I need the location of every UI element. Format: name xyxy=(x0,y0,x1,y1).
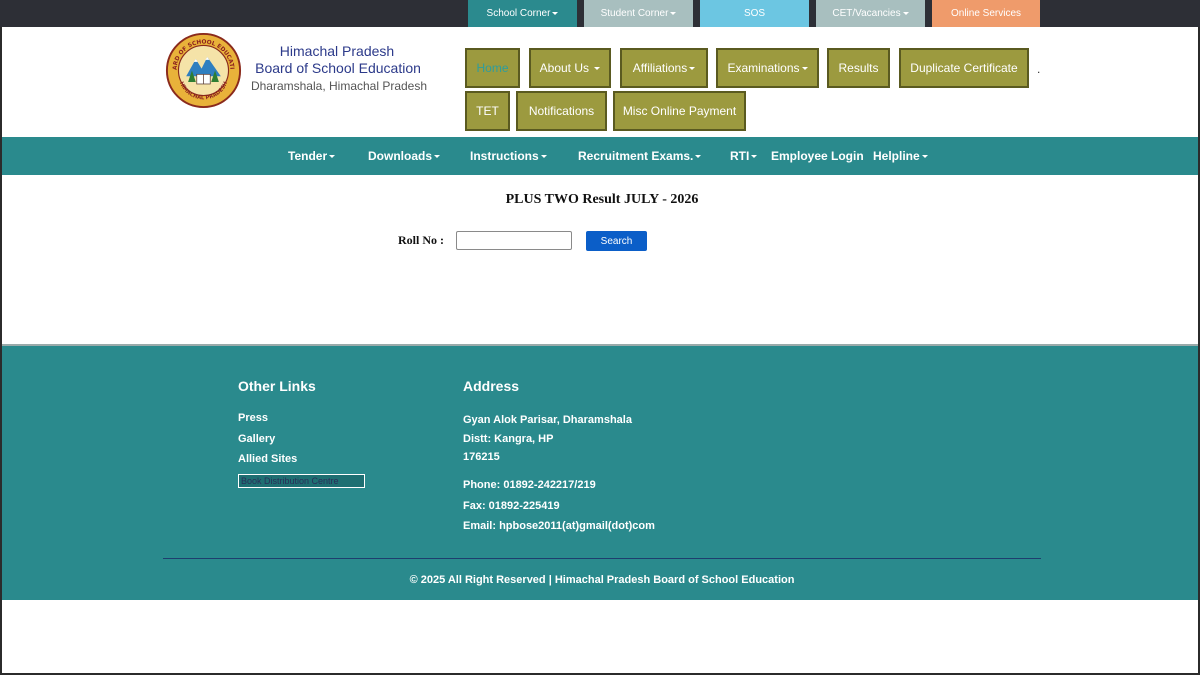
nav-examinations-button[interactable]: Examinations xyxy=(716,48,819,88)
chevron-down-icon xyxy=(751,155,758,159)
nav-home-button[interactable]: Home xyxy=(465,48,520,88)
online-services-label: Online Services xyxy=(950,8,1022,19)
nav-instructions-label: Instructions xyxy=(470,149,539,163)
result-title: PLUS TWO Result JULY - 2026 xyxy=(505,192,699,207)
nav-helpline-link[interactable]: Helpline xyxy=(873,137,928,175)
nav-downloads-label: Downloads xyxy=(368,149,433,163)
chevron-down-icon xyxy=(902,12,909,15)
nav-employee-login-link[interactable]: Employee Login xyxy=(771,137,864,175)
fax-text: Fax: 01892-225419 xyxy=(463,500,560,512)
press-link[interactable]: Press xyxy=(238,412,268,424)
student-corner-label: Student Corner xyxy=(600,8,669,19)
top-utility-bar: School Corner Student Corner SOS CET/Vac… xyxy=(0,0,1200,27)
footer-divider xyxy=(163,558,1041,559)
roll-no-label: Roll No : xyxy=(398,233,444,247)
school-corner-button[interactable]: School Corner xyxy=(468,0,577,27)
secondary-nav: Tender Downloads Instructions Recruitmen… xyxy=(2,137,1198,175)
nav-tender-link[interactable]: Tender xyxy=(288,137,336,175)
nav-helpline-label: Helpline xyxy=(873,149,920,163)
chevron-down-icon xyxy=(594,66,601,70)
nav-notifications-label: Notifications xyxy=(528,104,595,118)
nav-tet-button[interactable]: TET xyxy=(465,91,510,131)
other-links-heading: Other Links xyxy=(238,378,316,394)
chevron-down-icon xyxy=(689,66,696,70)
nav-about-us-button[interactable]: About Us xyxy=(529,48,611,88)
nav-rti-label: RTI xyxy=(730,149,750,163)
chevron-down-icon xyxy=(921,155,928,159)
copyright-text: © 2025 All Right Reserved | Himachal Pra… xyxy=(409,574,795,586)
search-button[interactable]: Search xyxy=(586,231,647,251)
address-heading: Address xyxy=(463,378,520,394)
sos-button[interactable]: SOS xyxy=(700,0,809,27)
gallery-link[interactable]: Gallery xyxy=(238,433,275,445)
nav-employee-login-label: Employee Login xyxy=(771,149,864,163)
nav-recruitment-exams-link[interactable]: Recruitment Exams. xyxy=(578,137,702,175)
cet-vacancies-button[interactable]: CET/Vacancies xyxy=(816,0,925,27)
nav-home-label: Home xyxy=(476,61,509,75)
nav-rti-link[interactable]: RTI xyxy=(730,137,758,175)
book-distribution-centre-link[interactable]: Book Distribution Centre xyxy=(238,474,365,488)
online-services-button[interactable]: Online Services xyxy=(932,0,1040,27)
chevron-down-icon xyxy=(329,155,336,159)
nav-misc-online-payment-label: Misc Online Payment xyxy=(622,104,737,118)
phone-text: Phone: 01892-242217/219 xyxy=(463,479,596,491)
chevron-down-icon xyxy=(695,155,702,159)
roll-no-input[interactable] xyxy=(456,231,572,250)
nav-downloads-link[interactable]: Downloads xyxy=(368,137,441,175)
nav-tender-label: Tender xyxy=(288,149,328,163)
nav-misc-online-payment-button[interactable]: Misc Online Payment xyxy=(613,91,746,131)
org-name-line1: Himachal Pradesh xyxy=(279,43,395,59)
nav-results-label: Results xyxy=(838,61,879,75)
nav-duplicate-certificate-label: Duplicate Certificate xyxy=(910,61,1018,75)
sos-label: SOS xyxy=(743,8,766,19)
email-text: Email: hpbose2011(at)gmail(dot)com xyxy=(463,520,655,532)
nav-tet-label: TET xyxy=(476,104,499,118)
address-line: Distt: Kangra, HP xyxy=(463,433,554,445)
org-name-line2: Board of School Education xyxy=(255,60,421,76)
nav-results-button[interactable]: Results xyxy=(827,48,890,88)
footer: Other Links Press Gallery Allied Sites B… xyxy=(2,344,1198,600)
nav-affiliations-label: Affiliations xyxy=(632,61,688,75)
student-corner-button[interactable]: Student Corner xyxy=(584,0,693,27)
hpbose-logo[interactable]: BOARD OF SCHOOL EDUCATION HIMACHAL PRADE… xyxy=(165,32,242,109)
org-location: Dharamshala, Himachal Pradesh xyxy=(250,79,428,93)
nav-notifications-button[interactable]: Notifications xyxy=(516,91,607,131)
nav-examinations-label: Examinations xyxy=(727,61,800,75)
nav-recruitment-exams-label: Recruitment Exams. xyxy=(578,149,694,163)
nav-duplicate-certificate-button[interactable]: Duplicate Certificate xyxy=(899,48,1029,88)
nav-affiliations-button[interactable]: Affiliations xyxy=(620,48,708,88)
nav-separator-dot: . xyxy=(1037,62,1041,76)
chevron-down-icon xyxy=(552,12,559,15)
chevron-down-icon xyxy=(540,155,547,159)
chevron-down-icon xyxy=(670,12,677,15)
cet-vacancies-label: CET/Vacancies xyxy=(832,8,901,19)
chevron-down-icon xyxy=(434,155,441,159)
chevron-down-icon xyxy=(801,66,808,70)
address-line: Gyan Alok Parisar, Dharamshala xyxy=(463,414,632,426)
address-line: 176215 xyxy=(463,451,500,463)
nav-about-us-label: About Us xyxy=(539,61,589,75)
allied-sites-link[interactable]: Allied Sites xyxy=(238,453,297,465)
nav-instructions-link[interactable]: Instructions xyxy=(470,137,547,175)
school-corner-label: School Corner xyxy=(486,8,551,19)
